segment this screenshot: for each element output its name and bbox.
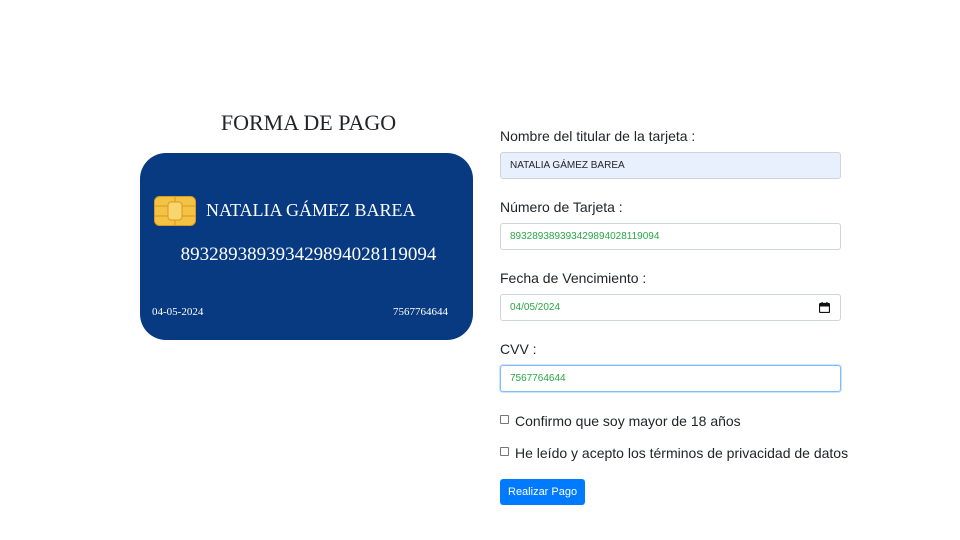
holder-name-input[interactable]: NATALIA GÁMEZ BAREA (500, 152, 841, 179)
privacy-consent-label[interactable]: He leído y acepto los términos de privac… (515, 445, 848, 461)
card-cvv: 7567764644 (393, 306, 448, 318)
age-confirmation-row[interactable]: Confirmo que soy mayor de 18 años (500, 412, 841, 429)
card-number: 893289389393429894028119094 (180, 244, 437, 265)
page-title: FORMA DE PAGO (220, 110, 397, 135)
submit-payment-button[interactable]: Realizar Pago (500, 479, 586, 505)
age-confirmation-checkbox[interactable] (500, 414, 509, 424)
cvv-input[interactable]: 7567764644 (500, 365, 841, 392)
card-expiry-date: 04-05-2024 (152, 306, 204, 318)
cvv-label: CVV : (500, 341, 537, 357)
card-number-input[interactable]: 893289389393429894028119094 (500, 223, 841, 250)
card-preview-section: FORMA DE PAGO NATALIA GÁMEZ BAREA 893289… (140, 108, 473, 340)
expiry-date-field-wrapper: 04/05/2024 (500, 294, 841, 321)
expiry-date-label: Fecha de Vencimiento : (500, 270, 647, 286)
privacy-consent-checkbox[interactable] (500, 446, 509, 456)
privacy-consent-row[interactable]: He leído y acepto los términos de privac… (500, 444, 848, 461)
expiry-date-input[interactable]: 04/05/2024 (500, 294, 841, 321)
calendar-icon[interactable] (819, 302, 830, 313)
payment-form: Nombre del titular de la tarjeta : NATAL… (500, 128, 848, 505)
age-confirmation-label[interactable]: Confirmo que soy mayor de 18 años (515, 413, 741, 429)
credit-card-preview: NATALIA GÁMEZ BAREA 89328938939342989402… (140, 153, 473, 340)
chip-icon (154, 196, 196, 226)
holder-name-label: Nombre del titular de la tarjeta : (500, 128, 696, 144)
card-holder-name: NATALIA GÁMEZ BAREA (206, 200, 416, 220)
card-number-label: Número de Tarjeta : (500, 199, 623, 215)
